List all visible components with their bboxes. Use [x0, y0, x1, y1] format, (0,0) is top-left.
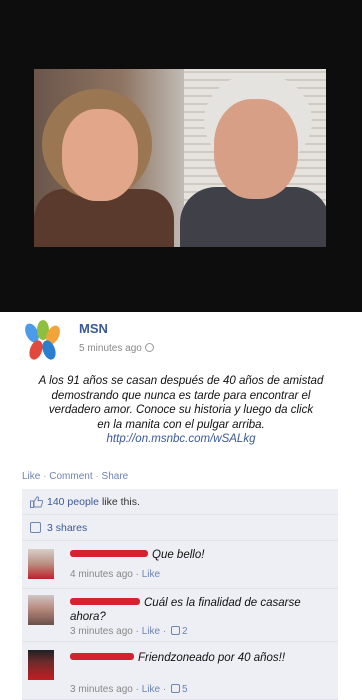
comment-like-link[interactable]: Like: [142, 684, 160, 695]
comment-item: Que bello! 4 minutes ago · Like: [22, 541, 338, 589]
shares-row: 3 shares: [22, 515, 338, 541]
like-link[interactable]: Like: [22, 471, 40, 482]
post-actions: Like · Comment · Share: [22, 471, 128, 482]
status-line: en la manita con el pulgar arriba.: [97, 418, 265, 431]
comment-item: Cuál es la finalidad de casarse ahora? 3…: [22, 589, 338, 642]
woman-face: [62, 109, 138, 201]
couple-photo[interactable]: [34, 69, 326, 247]
comment-item: Friendzoneado por 40 años!! 3 minutes ag…: [22, 642, 338, 700]
thumbs-up-icon: [170, 626, 180, 635]
comment-text: Que bello!: [152, 549, 205, 561]
status-line: demostrando que nunca es tarde para enco…: [51, 389, 311, 402]
shares-count-link[interactable]: 3 shares: [47, 522, 87, 534]
post-author[interactable]: MSN: [79, 321, 108, 336]
comment-like-link[interactable]: Like: [142, 626, 160, 637]
redacted-commenter-name: [70, 550, 148, 557]
share-link[interactable]: Share: [102, 471, 129, 482]
thumbs-up-icon: [170, 684, 180, 693]
photo-panel: [0, 0, 362, 312]
man-face: [214, 99, 298, 199]
likes-count-link[interactable]: 140 people: [47, 496, 99, 508]
post-timestamp[interactable]: 5 minutes ago: [79, 343, 154, 354]
post-time[interactable]: 5 minutes ago: [79, 343, 142, 354]
comment-likes-count[interactable]: 2: [182, 626, 188, 637]
likes-row: 140 people like this.: [22, 489, 338, 515]
comment-likes-count[interactable]: 5: [182, 684, 188, 695]
avatar[interactable]: [28, 595, 54, 625]
feedback-box: 140 people like this. 3 shares Que bello…: [22, 489, 338, 700]
status-line: verdadero amor. Conoce su historia y lue…: [48, 404, 314, 416]
facebook-post: MSN 5 minutes ago A los 91 años se casan…: [0, 312, 362, 700]
avatar[interactable]: [28, 549, 54, 579]
comment-body: Que bello!: [70, 548, 310, 562]
comment-meta: 4 minutes ago · Like: [70, 569, 161, 580]
redacted-commenter-name: [70, 598, 140, 605]
comment-time[interactable]: 4 minutes ago: [70, 569, 133, 580]
separator: ·: [43, 471, 47, 482]
comment-time[interactable]: 3 minutes ago: [70, 626, 133, 637]
share-icon: [30, 522, 41, 533]
likes-suffix: like this.: [101, 495, 140, 508]
comment-link[interactable]: Comment: [49, 471, 92, 482]
post-status-text: A los 91 años se casan después de 40 año…: [4, 374, 358, 447]
msn-logo-icon[interactable]: [20, 318, 66, 364]
comment-meta: 3 minutes ago · Like · 5: [70, 684, 188, 695]
comment-text: Friendzoneado por 40 años!!: [138, 652, 286, 664]
separator: ·: [95, 471, 99, 482]
globe-icon: [144, 343, 154, 352]
status-link[interactable]: http://on.msnbc.com/wSALkg: [4, 432, 358, 447]
redacted-commenter-name: [70, 653, 134, 660]
thumbs-up-icon: [30, 495, 43, 508]
comment-body: Cuál es la finalidad de casarse ahora?: [70, 596, 310, 624]
comment-meta: 3 minutes ago · Like · 2: [70, 626, 188, 637]
avatar[interactable]: [28, 650, 54, 680]
comment-body: Friendzoneado por 40 años!!: [70, 651, 330, 665]
comment-like-link[interactable]: Like: [142, 569, 160, 580]
status-line: A los 91 años se casan después de 40 año…: [38, 375, 324, 387]
comment-time[interactable]: 3 minutes ago: [70, 684, 133, 695]
